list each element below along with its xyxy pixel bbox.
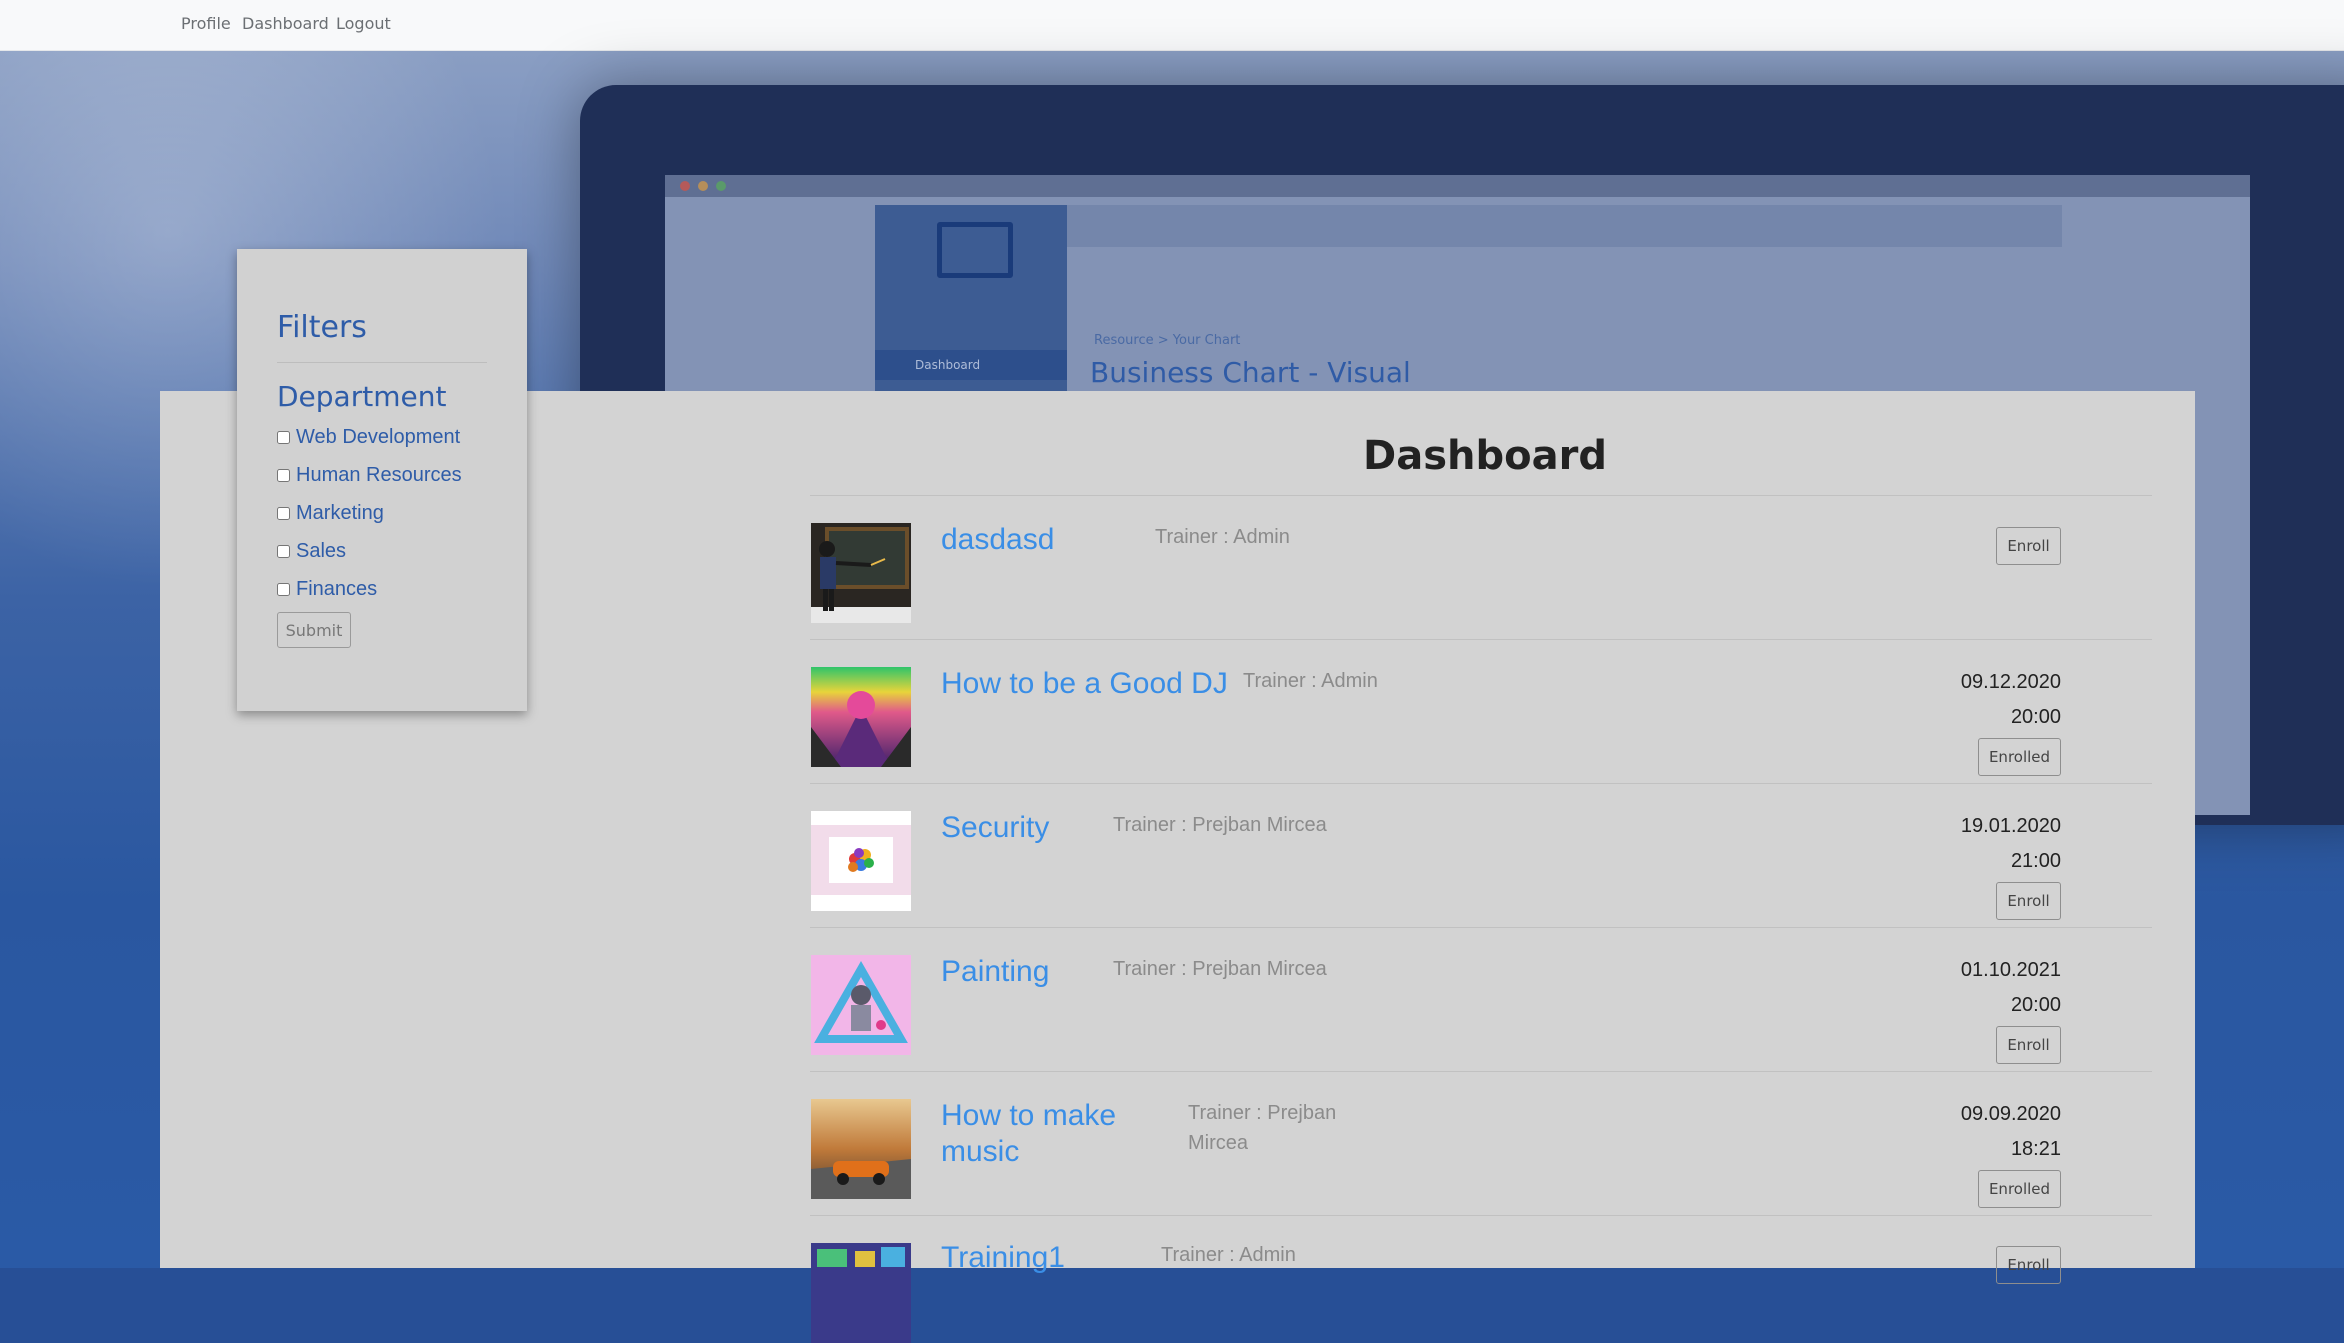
course-trainer-line: Mircea xyxy=(1188,1132,1249,1154)
monitor-icon xyxy=(937,222,1013,278)
top-navbar: Profile Dashboard Logout xyxy=(0,0,2344,51)
filter-option-finances[interactable]: Finances xyxy=(277,577,377,601)
filter-option-marketing[interactable]: Marketing xyxy=(277,501,384,525)
enrolled-button[interactable]: Enrolled xyxy=(1978,1170,2061,1208)
course-title-line: music xyxy=(941,1135,1020,1168)
filter-label: Marketing xyxy=(296,501,384,524)
background-screen-header xyxy=(1067,205,2062,247)
course-trainer: Trainer : Prejban Mircea xyxy=(1188,1098,1336,1158)
course-thumbnail-security xyxy=(811,811,911,911)
background-screen-title: Business Chart - Visual xyxy=(1090,356,1411,389)
background-screen-sidebar-item: Dashboard xyxy=(875,350,1067,380)
course-thumbnail-painting xyxy=(811,955,911,1055)
filter-label: Web Development xyxy=(296,425,461,448)
course-time: 21:00 xyxy=(2010,850,2061,872)
nav-link-dashboard[interactable]: Dashboard xyxy=(242,14,329,33)
background-window-dot xyxy=(716,181,726,191)
course-thumbnail-teacher xyxy=(811,523,911,623)
background-window-dot xyxy=(698,181,708,191)
course-thumbnail-training xyxy=(811,1243,911,1343)
filter-checkbox[interactable] xyxy=(277,506,290,520)
nav-link-logout[interactable]: Logout xyxy=(336,14,391,33)
row-divider xyxy=(810,927,2152,928)
course-date: 01.10.2021 xyxy=(1960,959,2061,981)
course-title-line: How to make xyxy=(941,1099,1117,1132)
row-divider xyxy=(810,1215,2152,1216)
course-trainer: Trainer : Prejban Mircea xyxy=(1113,958,1327,980)
row-divider xyxy=(810,639,2152,640)
department-heading: Department xyxy=(277,380,447,413)
nav-link-profile[interactable]: Profile xyxy=(181,14,231,33)
filter-checkbox[interactable] xyxy=(277,582,290,596)
enroll-button[interactable]: Enroll xyxy=(1996,1026,2061,1064)
course-title-link[interactable]: Painting xyxy=(941,954,1049,990)
filter-checkbox[interactable] xyxy=(277,544,290,558)
row-divider xyxy=(810,783,2152,784)
course-time: 18:21 xyxy=(2010,1138,2061,1160)
course-time: 20:00 xyxy=(2010,994,2061,1016)
background-screen-topbar xyxy=(665,175,2250,197)
background-screen-breadcrumb: Resource > Your Chart xyxy=(1094,333,1241,348)
course-date: 09.12.2020 xyxy=(1960,671,2061,693)
page-title: Dashboard xyxy=(1363,433,1607,479)
course-title-link[interactable]: How to make music xyxy=(941,1098,1116,1170)
course-trainer: Trainer : Prejban Mircea xyxy=(1113,814,1327,836)
filter-submit-button[interactable]: Submit xyxy=(277,612,351,648)
enrolled-button[interactable]: Enrolled xyxy=(1978,738,2061,776)
course-thumbnail-music xyxy=(811,1099,911,1199)
course-date: 09.09.2020 xyxy=(1960,1103,2061,1125)
filters-divider xyxy=(277,362,487,363)
filters-title: Filters xyxy=(277,310,367,345)
course-trainer: Trainer : Admin xyxy=(1161,1244,1296,1266)
enroll-button[interactable]: Enroll xyxy=(1996,882,2061,920)
filter-checkbox[interactable] xyxy=(277,468,290,482)
course-thumbnail-dj xyxy=(811,667,911,767)
course-date: 19.01.2020 xyxy=(1960,815,2061,837)
background-window-dot xyxy=(680,181,690,191)
row-divider xyxy=(810,1071,2152,1072)
filter-label: Sales xyxy=(296,539,347,562)
course-title-link[interactable]: How to be a Good DJ xyxy=(941,666,1228,702)
course-title-link[interactable]: Security xyxy=(941,810,1049,846)
row-divider xyxy=(810,495,2152,496)
enroll-button[interactable]: Enroll xyxy=(1996,1246,2061,1284)
filter-option-human-resources[interactable]: Human Resources xyxy=(277,463,462,487)
enroll-button[interactable]: Enroll xyxy=(1996,527,2061,565)
filter-checkbox[interactable] xyxy=(277,430,290,444)
filter-label: Human Resources xyxy=(296,463,462,486)
course-title-link[interactable]: Training1 xyxy=(941,1240,1065,1276)
filter-option-web-development[interactable]: Web Development xyxy=(277,425,460,449)
course-trainer-line: Trainer : Prejban xyxy=(1188,1102,1337,1124)
course-trainer: Trainer : Admin xyxy=(1243,670,1378,692)
filter-label: Finances xyxy=(296,577,378,600)
course-trainer: Trainer : Admin xyxy=(1155,526,1290,548)
course-time: 20:00 xyxy=(2010,706,2061,728)
filter-option-sales[interactable]: Sales xyxy=(277,539,346,563)
course-title-link[interactable]: dasdasd xyxy=(941,522,1054,558)
